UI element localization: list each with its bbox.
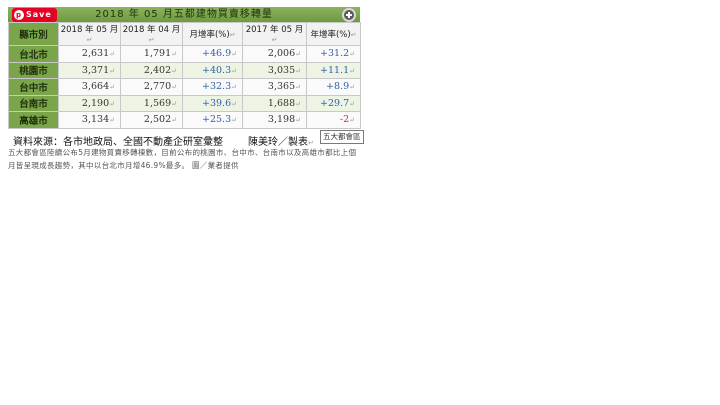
table-row: 高雄市 3,134↵ 2,502↵ +25.3↵ 3,198↵ -2↵ bbox=[8, 111, 361, 129]
transfer-volume-table: 縣市別 2018 年 05 月↵ 2018 年 04 月↵ 月增率(%)↵ 20… bbox=[8, 22, 361, 129]
image-caption: 五大都會區陸續公布5月建物買賣移轉棟數，目前公布的桃園市、台中市、台南市以及高雄… bbox=[8, 148, 357, 170]
pinterest-icon: p bbox=[14, 10, 24, 20]
row-city: 台北市 bbox=[8, 45, 59, 63]
row-city: 高雄市 bbox=[8, 111, 59, 129]
cell-yoy: +11.1↵ bbox=[306, 61, 361, 79]
row-city: 台中市 bbox=[8, 78, 59, 96]
image-overflow-label: 五大都會區 bbox=[320, 130, 364, 144]
cell-mom: +25.3↵ bbox=[182, 111, 243, 129]
row-city: 台南市 bbox=[8, 94, 59, 112]
pinterest-save-button[interactable]: p Save bbox=[12, 8, 57, 22]
cell-apr2018: 2,402↵ bbox=[120, 61, 183, 79]
col-header-yoy: 年增率(%)↵ bbox=[306, 22, 361, 46]
cell-may2017: 1,688↵ bbox=[242, 94, 307, 112]
cell-may2017: 3,198↵ bbox=[242, 111, 307, 129]
cell-apr2018: 2,770↵ bbox=[120, 78, 183, 96]
cell-apr2018: 2,502↵ bbox=[120, 111, 183, 129]
cell-mom: +32.3↵ bbox=[182, 78, 243, 96]
col-header-apr2018: 2018 年 04 月↵ bbox=[120, 22, 183, 46]
cell-yoy: +8.9↵ bbox=[306, 78, 361, 96]
row-city: 桃園市 bbox=[8, 61, 59, 79]
cell-may2018: 3,664↵ bbox=[58, 78, 121, 96]
cell-mom: +40.3↵ bbox=[182, 61, 243, 79]
col-header-may2017: 2017 年 05 月↵ bbox=[242, 22, 307, 46]
cell-may2018: 2,631↵ bbox=[58, 45, 121, 63]
table-row: 台北市 2,631↵ 1,791↵ +46.9↵ 2,006↵ +31.2↵ bbox=[8, 45, 361, 63]
save-label: Save bbox=[26, 10, 52, 19]
col-header-city: 縣市別 bbox=[8, 22, 59, 46]
cell-yoy: +31.2↵ bbox=[306, 45, 361, 63]
cell-may2017: 3,035↵ bbox=[242, 61, 307, 79]
cell-apr2018: 1,569↵ bbox=[120, 94, 183, 112]
col-header-mom: 月增率(%)↵ bbox=[182, 22, 243, 46]
cell-apr2018: 1,791↵ bbox=[120, 45, 183, 63]
cell-may2018: 3,134↵ bbox=[58, 111, 121, 129]
col-header-may2018: 2018 年 05 月↵ bbox=[58, 22, 121, 46]
zoom-in-icon[interactable] bbox=[342, 8, 356, 22]
table-title: 2018 年 05 月五都建物買賣移轉量 bbox=[95, 9, 273, 20]
data-table-figure: 2018 年 05 月五都建物買賣移轉量 p Save 縣市別 2018 年 0… bbox=[8, 7, 361, 149]
cell-mom: +39.6↵ bbox=[182, 94, 243, 112]
cell-yoy: -2↵ bbox=[306, 111, 361, 129]
cell-mom: +46.9↵ bbox=[182, 45, 243, 63]
cell-may2017: 3,365↵ bbox=[242, 78, 307, 96]
cell-yoy: +29.7↵ bbox=[306, 94, 361, 112]
cell-may2018: 3,371↵ bbox=[58, 61, 121, 79]
table-row: 桃園市 3,371↵ 2,402↵ +40.3↵ 3,035↵ +11.1↵ bbox=[8, 61, 361, 79]
table-row: 台南市 2,190↵ 1,569↵ +39.6↵ 1,688↵ +29.7↵ bbox=[8, 94, 361, 112]
table-title-bar: 2018 年 05 月五都建物買賣移轉量 p Save bbox=[8, 7, 360, 22]
table-row: 台中市 3,664↵ 2,770↵ +32.3↵ 3,365↵ +8.9↵ bbox=[8, 78, 361, 96]
cell-may2017: 2,006↵ bbox=[242, 45, 307, 63]
cell-may2018: 2,190↵ bbox=[58, 94, 121, 112]
table-header-row: 縣市別 2018 年 05 月↵ 2018 年 04 月↵ 月增率(%)↵ 20… bbox=[8, 22, 361, 46]
